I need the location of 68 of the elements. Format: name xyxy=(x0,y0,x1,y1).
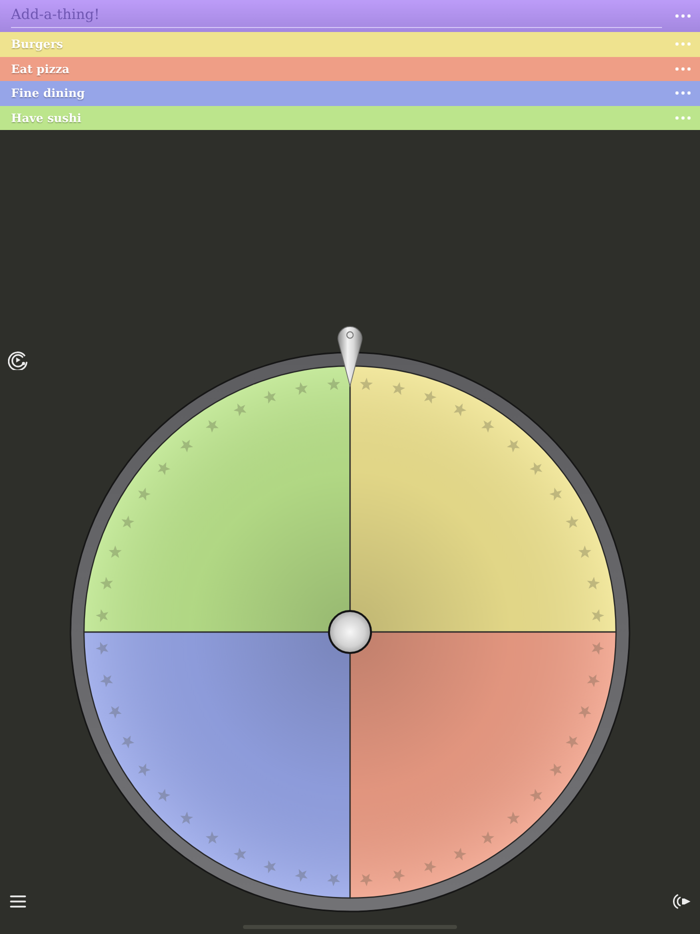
star-icon xyxy=(530,788,542,802)
list-item[interactable]: Burgers xyxy=(0,32,700,56)
star-icon xyxy=(96,609,108,622)
star-icon xyxy=(327,874,340,886)
star-icon xyxy=(158,462,170,476)
star-icon xyxy=(327,378,340,390)
more-icon[interactable] xyxy=(675,66,691,71)
star-icon xyxy=(454,848,466,861)
speaker-icon[interactable] xyxy=(673,893,691,910)
star-icon xyxy=(121,516,134,528)
list-item[interactable]: Have sushi xyxy=(0,106,700,130)
more-icon[interactable] xyxy=(675,42,691,46)
item-name: Have sushi xyxy=(11,110,82,125)
star-icon xyxy=(206,420,219,433)
add-thing-field[interactable]: Add-a-thing! xyxy=(11,3,662,28)
add-thing-bar[interactable]: Add-a-thing! xyxy=(0,0,700,32)
star-icon xyxy=(206,831,219,844)
menu-icon[interactable] xyxy=(10,895,26,908)
star-icon xyxy=(234,403,246,416)
item-name: Burgers xyxy=(11,37,64,52)
star-icon xyxy=(424,390,437,404)
wheel-pointer xyxy=(338,326,362,386)
star-icon xyxy=(566,516,579,528)
list-item[interactable]: Fine dining xyxy=(0,81,700,106)
star-icon xyxy=(234,848,246,861)
more-icon[interactable] xyxy=(675,116,691,120)
star-icon xyxy=(121,736,134,748)
star-icon xyxy=(549,488,562,501)
star-icon xyxy=(392,382,406,395)
star-icon xyxy=(96,642,108,655)
star-icon xyxy=(587,674,600,688)
star-icon xyxy=(592,642,604,655)
more-icon[interactable] xyxy=(675,14,691,18)
star-icon xyxy=(587,576,600,590)
star-icon xyxy=(506,440,520,452)
star-icon xyxy=(100,576,113,590)
star-icon xyxy=(180,812,194,824)
star-icon xyxy=(424,860,437,874)
star-icon xyxy=(138,488,151,501)
star-icon xyxy=(566,736,579,748)
star-icon xyxy=(481,831,494,844)
star-icon xyxy=(180,440,194,452)
star-icon xyxy=(263,860,276,874)
star-icon xyxy=(108,545,122,558)
star-icon xyxy=(592,609,604,622)
more-icon[interactable] xyxy=(675,91,691,96)
star-icon xyxy=(294,382,308,395)
wheel-hub[interactable] xyxy=(328,610,372,654)
star-icon xyxy=(360,874,373,886)
item-name: Eat pizza xyxy=(11,62,70,76)
star-icon xyxy=(360,378,373,390)
star-icon xyxy=(100,674,113,688)
star-icon xyxy=(263,390,276,404)
star-icon xyxy=(481,420,494,433)
star-icon xyxy=(108,706,122,719)
star-icon xyxy=(454,403,466,416)
star-icon xyxy=(392,869,406,882)
list-item[interactable]: Eat pizza xyxy=(0,56,700,81)
star-icon xyxy=(578,545,592,558)
star-icon xyxy=(294,869,308,882)
star-icon xyxy=(530,462,542,476)
star-icon xyxy=(578,706,592,719)
star-icon xyxy=(158,788,170,802)
star-icon xyxy=(506,812,520,824)
spin-play-icon[interactable] xyxy=(8,350,28,370)
item-name: Fine dining xyxy=(11,86,85,100)
star-icon xyxy=(138,763,151,776)
star-icon xyxy=(549,763,562,776)
